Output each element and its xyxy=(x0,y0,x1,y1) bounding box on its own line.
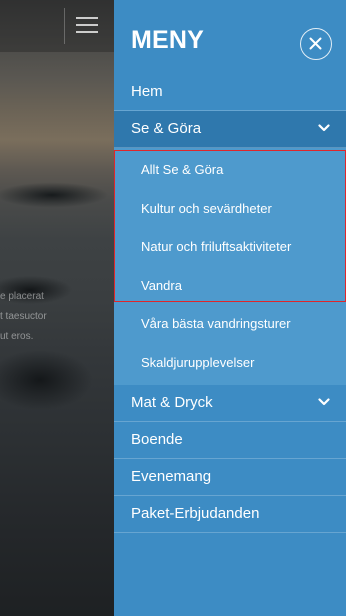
submenu-item-allt-se-gora[interactable]: Allt Se & Göra xyxy=(114,151,346,190)
close-icon xyxy=(309,37,322,50)
submenu-item-vandringsturer[interactable]: Våra bästa vandringsturer xyxy=(114,305,346,344)
chevron-down-icon xyxy=(318,124,330,132)
menu-item-label: Hem xyxy=(131,83,163,100)
menu-item-label: Se & Göra xyxy=(131,120,202,137)
menu-item-boende[interactable]: Boende xyxy=(114,422,346,459)
top-bar-divider xyxy=(64,8,65,44)
background-photo: e placerat t taesuctor ut eros. xyxy=(0,0,114,616)
menu-item-evenemang[interactable]: Evenemang xyxy=(114,459,346,496)
submenu-item-vandra[interactable]: Vandra xyxy=(114,267,346,306)
menu-header: MENY xyxy=(114,0,346,74)
menu-item-hem[interactable]: Hem xyxy=(114,74,346,111)
background-text: e placerat t taesuctor ut eros. xyxy=(0,291,47,342)
menu-item-label: Boende xyxy=(131,431,183,448)
side-menu: MENY Hem Se & Göra Allt Se & Göra Kultur… xyxy=(114,0,346,616)
menu-item-label: Paket-Erbjudanden xyxy=(131,505,260,522)
menu-item-label: Evenemang xyxy=(131,468,212,485)
menu-item-label: Mat & Dryck xyxy=(131,394,213,411)
submenu-se-gora: Allt Se & Göra Kultur och sevärdheter Na… xyxy=(114,148,346,385)
hamburger-icon[interactable] xyxy=(76,17,98,33)
submenu-item-kultur[interactable]: Kultur och sevärdheter xyxy=(114,190,346,229)
menu-title: MENY xyxy=(131,26,205,54)
menu-item-se-gora[interactable]: Se & Göra xyxy=(114,111,346,148)
close-button[interactable] xyxy=(300,28,332,60)
submenu-item-skaldjur[interactable]: Skaldjurupplevelser xyxy=(114,344,346,383)
menu-item-mat-dryck[interactable]: Mat & Dryck xyxy=(114,385,346,422)
menu-item-paket-erbjudanden[interactable]: Paket-Erbjudanden xyxy=(114,496,346,533)
chevron-down-icon xyxy=(318,398,330,406)
submenu-item-natur[interactable]: Natur och friluftsaktiviteter xyxy=(114,228,346,267)
